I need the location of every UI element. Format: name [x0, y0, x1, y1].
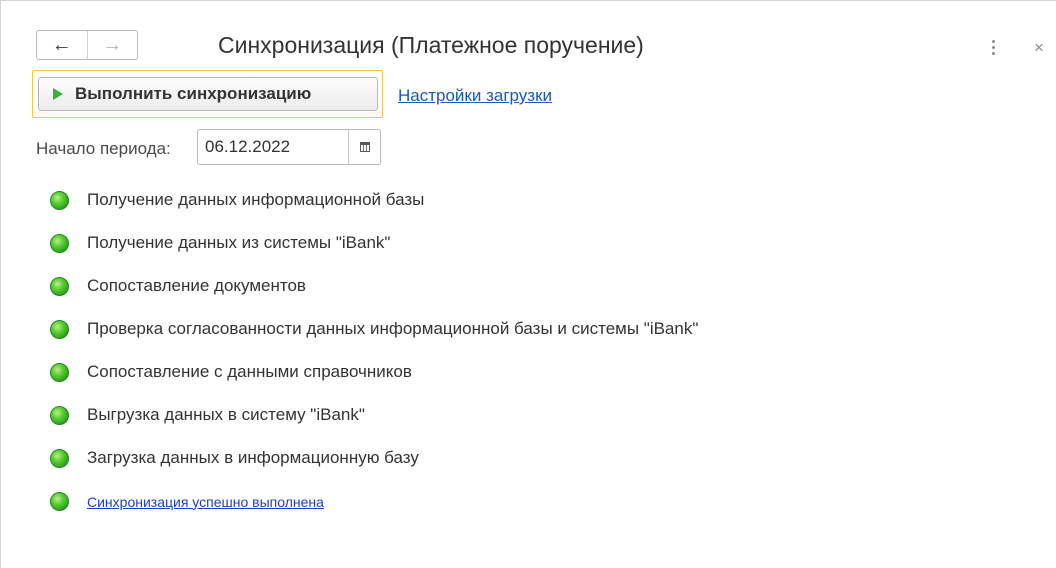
load-settings-link[interactable]: Настройки загрузки	[398, 86, 552, 106]
run-sync-button[interactable]: Выполнить синхронизацию	[38, 77, 378, 111]
success-icon	[50, 362, 69, 382]
success-icon	[50, 276, 69, 296]
page-title: Синхронизация (Платежное поручение)	[218, 32, 644, 58]
close-icon[interactable]: ×	[1034, 38, 1044, 58]
arrow-right-icon: →	[102, 34, 123, 56]
navigation-buttons: ← →	[36, 30, 138, 60]
arrow-left-icon: ←	[51, 34, 72, 56]
step-label: Получение данных из системы "iBank"	[87, 233, 391, 252]
sync-result-link[interactable]: Синхронизация успешно выполнена	[87, 494, 324, 510]
more-vertical-icon[interactable]	[990, 40, 996, 60]
success-icon	[50, 448, 69, 468]
step-label: Получение данных информационной базы	[87, 190, 425, 209]
success-icon	[50, 405, 69, 425]
list-item: Получение данных информационной базы	[50, 190, 424, 210]
step-label: Проверка согласованности данных информац…	[87, 319, 699, 338]
success-icon	[50, 190, 69, 210]
list-item: Сопоставление с данными справочников	[50, 362, 412, 382]
run-sync-label: Выполнить синхронизацию	[75, 84, 312, 103]
list-item: Сопоставление документов	[50, 276, 306, 296]
calendar-button[interactable]	[348, 130, 380, 164]
step-label: Загрузка данных в информационную базу	[87, 448, 419, 467]
back-button[interactable]: ←	[37, 31, 88, 59]
period-start-label: Начало периода:	[36, 139, 171, 158]
success-icon	[50, 492, 69, 511]
success-icon	[50, 319, 69, 339]
list-item: Выгрузка данных в систему "iBank"	[50, 405, 365, 425]
result-item: Синхронизация успешно выполнена	[50, 492, 324, 511]
list-item: Проверка согласованности данных информац…	[50, 319, 698, 339]
step-label: Выгрузка данных в систему "iBank"	[87, 405, 365, 424]
step-label: Сопоставление с данными справочников	[87, 362, 412, 381]
play-icon	[53, 88, 63, 100]
period-start-field	[197, 129, 381, 165]
forward-button[interactable]: →	[88, 31, 138, 59]
list-item: Загрузка данных в информационную базу	[50, 448, 419, 468]
step-label: Сопоставление документов	[87, 276, 306, 295]
calendar-icon	[359, 142, 370, 152]
list-item: Получение данных из системы "iBank"	[50, 233, 390, 253]
period-start-input[interactable]	[198, 130, 348, 164]
success-icon	[50, 233, 69, 253]
